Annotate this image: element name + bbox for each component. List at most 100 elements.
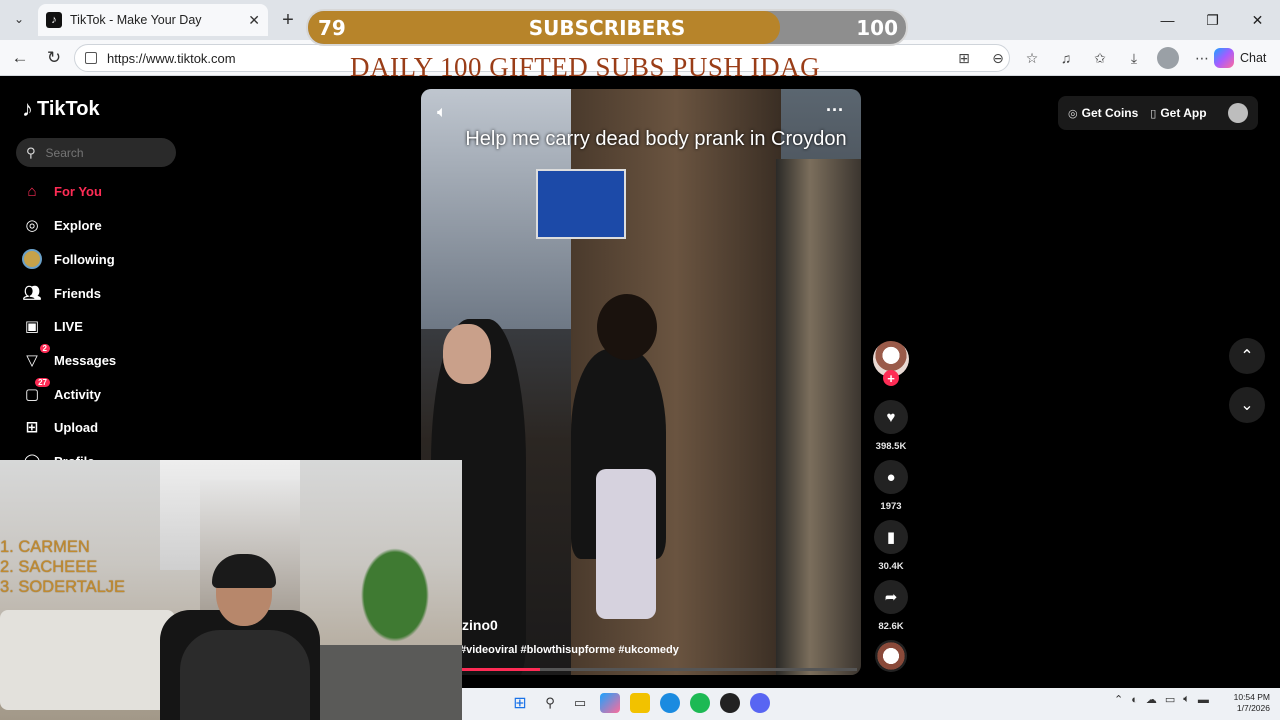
gifter-name: 2. SACHEEE — [0, 558, 98, 576]
tiktok-logo[interactable]: ♪ TikTok — [22, 96, 100, 122]
sidebar-item-label: Upload — [54, 419, 99, 435]
like-heart-icon[interactable]: ♥ — [874, 400, 908, 434]
tiktok-favicon-icon: ♪ — [46, 12, 62, 28]
comment-icon[interactable]: ● — [874, 460, 908, 494]
sidebar-item-activity[interactable]: ▢ 27 Activity — [22, 378, 182, 407]
tiktok-note-icon: ♪ — [22, 96, 33, 121]
favorite-star-icon[interactable]: ☆ — [1020, 46, 1044, 70]
taskbar-apps: ⊞ ⚲ ▭ — [510, 693, 770, 713]
minimize-icon[interactable]: — — [1145, 0, 1190, 40]
video-scene-face-left — [443, 324, 491, 384]
video-hashtags[interactable]: #videoviral #blowthisupforme #ukcomedy — [460, 644, 679, 656]
sidebar-item-for-you[interactable]: ⌂ For You — [22, 178, 182, 204]
active-tab[interactable]: ♪ TikTok - Make Your Day ✕ — [38, 4, 268, 36]
bookmark-icon[interactable]: ▮ — [874, 520, 908, 554]
sidebar-item-following[interactable]: Following — [22, 246, 182, 272]
tray-cloud-icon[interactable]: ☁ — [1146, 693, 1157, 706]
tray-volume-icon[interactable]: 🔈︎ — [1183, 693, 1190, 706]
volume-icon[interactable]: 🔈︎ — [437, 104, 447, 122]
share-count: 82.6K — [878, 621, 904, 632]
task-view-icon[interactable]: ▭ — [570, 693, 590, 713]
user-avatar[interactable] — [1228, 103, 1248, 123]
upload-icon: ⊞ — [25, 419, 39, 436]
phone-icon: ▯ — [1150, 107, 1157, 120]
video-progress-bar[interactable] — [461, 668, 857, 671]
tray-battery-icon[interactable]: ▬ — [1198, 694, 1209, 706]
discord-icon[interactable] — [750, 693, 770, 713]
comment-count: 1973 — [880, 501, 902, 512]
webcam-desk — [300, 645, 462, 720]
clock-time: 10:54 PM — [1233, 692, 1270, 702]
search-input[interactable] — [45, 145, 156, 160]
apps-icon[interactable]: ⊞ — [952, 46, 976, 70]
favorites-icon[interactable]: ✩ — [1088, 46, 1112, 70]
sidebar-item-upload[interactable]: ⊞ Upload — [22, 414, 182, 440]
site-info-lock-icon[interactable] — [85, 52, 97, 64]
music-disc-icon[interactable] — [875, 640, 907, 672]
following-avatar-icon — [22, 249, 42, 269]
taskbar-clock[interactable]: 10:54 PM 1/7/2026 — [1226, 692, 1270, 714]
tray-overflow-chevron-icon[interactable]: ⌃ — [1114, 693, 1123, 706]
file-explorer-icon[interactable] — [630, 693, 650, 713]
subscriber-goal-bar: 79 SUBSCRIBERS 100 — [306, 9, 908, 46]
sidebar-item-messages[interactable]: ▽ 2 Messages — [22, 344, 182, 373]
get-coins-button[interactable]: ◎ Get Coins — [1068, 106, 1138, 120]
get-app-label: Get App — [1160, 106, 1207, 120]
sidebar-item-label: LIVE — [54, 318, 83, 334]
coin-icon: ◎ — [1068, 107, 1078, 120]
system-tray: ⌃ ◐ ☁ ▭ 🔈︎ ▬ — [1114, 693, 1209, 706]
sidebar-item-explore[interactable]: ◎ Explore — [22, 212, 182, 238]
next-video-chevron-down-icon[interactable]: ⌄ — [1229, 387, 1265, 423]
new-tab-plus-icon[interactable]: + — [276, 8, 300, 32]
close-window-icon[interactable]: ✕ — [1235, 0, 1280, 40]
copilot-icon — [1214, 48, 1234, 68]
tab-close-icon[interactable]: ✕ — [248, 12, 260, 29]
more-options-icon[interactable]: ··· — [826, 100, 844, 121]
messages-badge: 2 — [39, 344, 50, 353]
zoom-icon[interactable]: ⊖ — [986, 46, 1010, 70]
taskbar-search-icon[interactable]: ⚲ — [540, 693, 560, 713]
refresh-icon[interactable]: ↻ — [42, 46, 66, 70]
profile-avatar-icon — [1157, 47, 1179, 69]
video-player[interactable] — [421, 89, 861, 675]
follow-plus-icon[interactable]: + — [883, 370, 899, 386]
daily-subs-banner: DAILY 100 GIFTED SUBS PUSH IDAG — [350, 52, 821, 82]
sidebar-item-label: Friends — [54, 285, 101, 301]
activity-badge: 27 — [35, 378, 50, 387]
video-progress-fill — [461, 668, 541, 671]
windows-start-icon[interactable]: ⊞ — [510, 693, 530, 713]
tray-app-icon[interactable]: ◐ — [1131, 694, 1138, 706]
tab-title: TikTok - Make Your Day — [70, 13, 202, 27]
downloads-icon[interactable]: ⤓ — [1122, 46, 1146, 70]
home-icon: ⌂ — [27, 182, 37, 200]
search-box[interactable]: ⚲ — [16, 138, 176, 167]
spotify-icon[interactable] — [690, 693, 710, 713]
save-count: 30.4K — [878, 561, 904, 572]
back-arrow-icon[interactable]: ← — [8, 46, 32, 70]
gifter-name: 1. CARMEN — [0, 538, 90, 556]
restore-icon[interactable]: ❐ — [1190, 0, 1235, 40]
webcam-plant — [355, 540, 435, 650]
more-menu-icon[interactable]: ⋯ — [1190, 46, 1214, 70]
obs-icon[interactable] — [720, 693, 740, 713]
video-username[interactable]: zino0 — [462, 617, 498, 633]
copilot-app-icon[interactable] — [600, 693, 620, 713]
previous-video-chevron-up-icon[interactable]: ⌃ — [1229, 338, 1265, 374]
webcam-streamer-body — [180, 630, 310, 720]
chat-label: Chat — [1240, 51, 1267, 65]
get-app-button[interactable]: ▯ Get App — [1150, 106, 1206, 120]
sidebar-item-live[interactable]: ▣ LIVE — [22, 313, 182, 339]
sidebar-item-friends[interactable]: 👥︎ Friends — [22, 280, 182, 306]
tray-network-icon[interactable]: ▭ — [1165, 693, 1175, 706]
copilot-chat-button[interactable]: Chat — [1214, 44, 1266, 72]
video-scene-hair — [597, 294, 657, 360]
edge-browser-icon[interactable] — [660, 693, 680, 713]
profile-button[interactable] — [1156, 46, 1180, 70]
video-scene-door — [776, 159, 861, 675]
webcam-sofa — [0, 610, 175, 710]
share-arrow-icon[interactable]: ➦ — [874, 580, 908, 614]
friends-icon: 👥︎ — [22, 285, 42, 302]
tab-actions-chevron-down-icon[interactable]: ⌄ — [8, 8, 30, 30]
media-music-icon[interactable]: ♫ — [1054, 46, 1078, 70]
search-icon: ⚲ — [26, 144, 36, 160]
